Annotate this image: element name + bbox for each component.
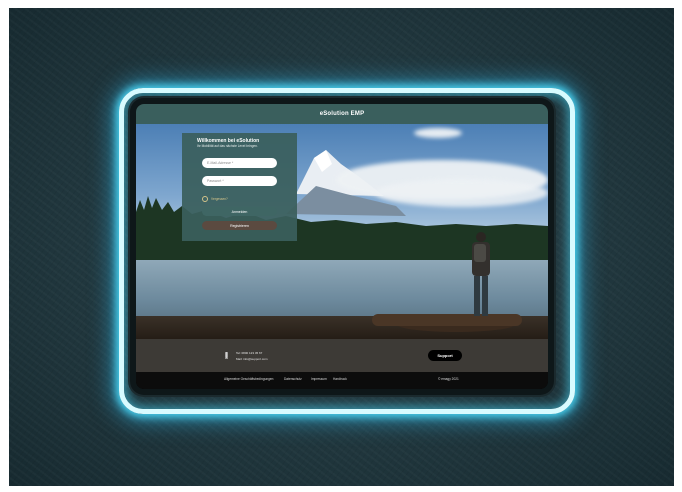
contact-phone: Tel: 0800 123 45 67	[236, 351, 263, 355]
contact-email[interactable]: Mail: info@support.com	[236, 357, 268, 361]
link-hardtruck[interactable]: Hardtruck	[333, 377, 347, 381]
footer-links-bar: Allgemeine Geschäftsbedingungen Datensch…	[136, 372, 548, 389]
login-panel: Willkommen bei eSolution Ihr Mobilität a…	[182, 133, 297, 241]
tablet-device: eSolution EMP Willkommen bei eSolution I…	[130, 98, 554, 395]
app-header: eSolution EMP	[136, 104, 548, 124]
footer: Tel: 0800 123 45 67 Mail: info@support.c…	[136, 339, 548, 372]
link-imprint[interactable]: Impressum	[311, 377, 327, 381]
support-button[interactable]: Support	[428, 350, 462, 361]
hero-image: Willkommen bei eSolution Ihr Mobilität a…	[136, 124, 548, 339]
tablet-screen: eSolution EMP Willkommen bei eSolution I…	[136, 104, 548, 389]
email-field[interactable]: E-Mail-Adresse *	[202, 158, 277, 168]
support-button-label: Support	[437, 353, 453, 358]
app-title: eSolution EMP	[319, 111, 365, 117]
login-button[interactable]: Anmelden	[202, 207, 277, 216]
forgot-password-label: Vergessen?	[211, 197, 228, 201]
copyright: © emagy 2021	[438, 377, 459, 381]
link-terms[interactable]: Allgemeine Geschäftsbedingungen	[224, 377, 273, 381]
login-button-label: Anmelden	[231, 209, 248, 214]
email-placeholder: E-Mail-Adresse *	[207, 161, 234, 165]
phone-icon	[225, 352, 228, 359]
password-field[interactable]: Passwort *	[202, 176, 277, 186]
register-button[interactable]: Registrieren	[202, 221, 277, 230]
radio-icon	[202, 196, 208, 202]
forgot-password-link[interactable]: Vergessen?	[202, 196, 228, 202]
password-placeholder: Passwort *	[207, 179, 224, 183]
login-subtitle: Ihr Mobilität auf das nächste Level brin…	[197, 144, 258, 148]
register-button-label: Registrieren	[230, 223, 249, 228]
link-privacy[interactable]: Datenschutz	[284, 377, 302, 381]
